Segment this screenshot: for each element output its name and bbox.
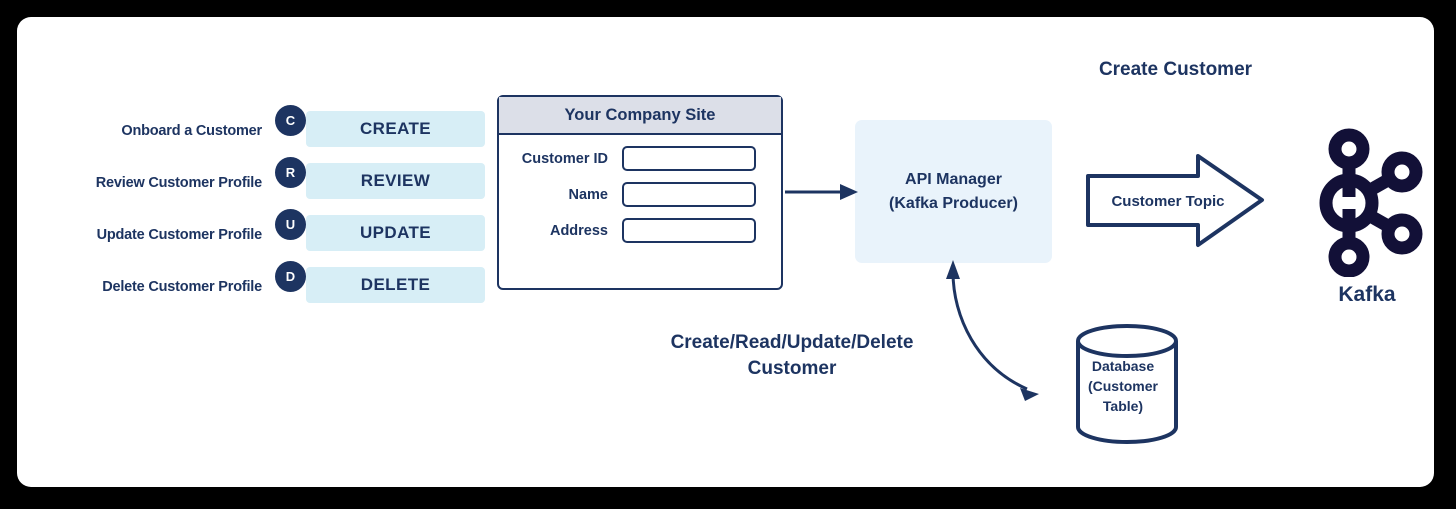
crud-flow-caption: Create/Read/Update/Delete Customer <box>617 330 967 381</box>
crud-badge-u: U <box>275 209 306 240</box>
database-line1: Database <box>1091 358 1155 374</box>
kafka-logo-icon <box>1319 128 1423 277</box>
crud-description-update: Update Customer Profile <box>96 227 263 243</box>
crud-pill-create: CREATE <box>306 111 485 147</box>
field-row-address: Address <box>499 218 781 243</box>
kafka-label: Kafka <box>1338 283 1396 306</box>
customer-topic-label: Customer Topic <box>1111 193 1225 210</box>
database-line3: Table) <box>1102 397 1144 414</box>
crud-description-review: Review Customer Profile <box>95 175 262 191</box>
crud-operation-list: CREATE C REVIEW R UPDATE U DELETE D <box>275 105 505 313</box>
customer-id-input[interactable] <box>622 146 756 171</box>
database-label: Database (Customer Table) <box>1063 357 1183 417</box>
crud-caption-line2: Customer <box>747 357 837 379</box>
crud-pill-label-update: UPDATE <box>359 223 432 242</box>
address-input[interactable] <box>622 218 756 243</box>
crud-description-list: Onboard a Customer Review Customer Profi… <box>47 105 262 313</box>
crud-row-delete: DELETE D <box>275 261 505 313</box>
name-input[interactable] <box>622 182 756 207</box>
crud-row-review: REVIEW R <box>275 157 505 209</box>
company-site-header: Your Company Site <box>499 97 781 135</box>
database-line2: (Customer <box>1087 377 1158 394</box>
field-row-customer-id: Customer ID <box>499 146 781 171</box>
company-site-title: Your Company Site <box>564 105 716 124</box>
crud-badge-c: C <box>275 105 306 136</box>
diagram-canvas: Onboard a Customer Review Customer Profi… <box>17 17 1434 487</box>
crud-caption-line1: Create/Read/Update/Delete <box>670 332 914 353</box>
crud-pill-label-review: REVIEW <box>360 171 431 190</box>
crud-pill-delete: DELETE <box>306 267 485 303</box>
field-label-customer-id: Customer ID <box>521 150 608 167</box>
api-manager-box: API Manager (Kafka Producer) <box>855 120 1052 263</box>
api-manager-line1: API Manager <box>905 171 1002 189</box>
crud-pill-review: REVIEW <box>306 163 485 199</box>
crud-row-create: CREATE C <box>275 105 505 157</box>
crud-pill-label-delete: DELETE <box>360 275 431 294</box>
crud-badge-r: R <box>275 157 306 188</box>
crud-pill-update: UPDATE <box>306 215 485 251</box>
company-site-panel: Your Company Site Customer ID Name Addre… <box>497 95 783 290</box>
field-label-name: Name <box>568 186 609 203</box>
field-label-address: Address <box>549 222 608 239</box>
crud-description-delete: Delete Customer Profile <box>102 279 262 295</box>
arrow-site-to-api <box>785 184 858 200</box>
crud-row-update: UPDATE U <box>275 209 505 261</box>
crud-pill-label-create: CREATE <box>359 119 432 138</box>
api-manager-line2: (Kafka Producer) <box>889 194 1018 212</box>
field-row-name: Name <box>499 182 781 207</box>
crud-badge-d: D <box>275 261 306 292</box>
create-customer-title: Create Customer <box>1098 59 1253 80</box>
crud-description-create: Onboard a Customer <box>121 123 262 139</box>
